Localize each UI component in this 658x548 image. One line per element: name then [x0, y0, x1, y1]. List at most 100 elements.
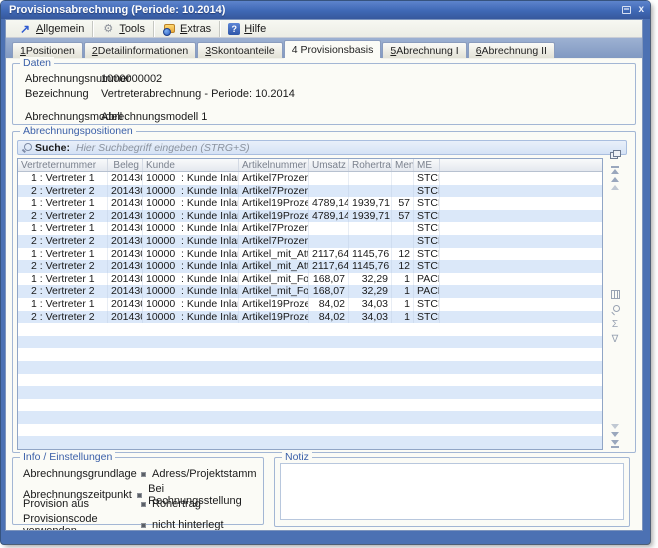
window-body: ↗Allgemein⚙Tools Extras ?Hilfe 1 Positione… — [5, 19, 643, 531]
cell-vertreternummer: 2 : Vertreter 2 — [18, 311, 108, 324]
column-header-kunde[interactable]: Kunde — [143, 159, 239, 171]
table-row[interactable]: 1 : Vertreter 12014300910000 : Kunde Inl… — [18, 273, 602, 286]
cell-menge: 12 — [392, 248, 414, 261]
cell-rohertrag — [349, 172, 392, 185]
menu-item-label: Extras — [180, 23, 211, 35]
table-row[interactable]: 2 : Vertreter 22014300710000 : Kunde Inl… — [18, 185, 602, 198]
cell-rohertrag: 1145,76 — [349, 248, 392, 261]
cell-artikelnummer: Artikel7Prozent — [239, 222, 309, 235]
positions-table[interactable]: VertreternummerBelegKundeArtikelnummerUm… — [17, 158, 603, 450]
cell-umsatz: 2117,64 — [309, 260, 349, 273]
table-body[interactable]: 1 : Vertreter 12014300710000 : Kunde Inl… — [18, 172, 602, 449]
menu-item-tools[interactable]: ⚙Tools — [93, 21, 154, 37]
menu-item-allgemein[interactable]: ↗Allgemein — [10, 21, 93, 37]
cell-umsatz: 84,02 — [309, 298, 349, 311]
cell-beleg: 20143009 — [108, 311, 143, 324]
table-row[interactable]: 1 : Vertreter 12014300910000 : Kunde Inl… — [18, 197, 602, 210]
arrow-up-right-icon: ↗ — [18, 23, 32, 35]
window-title: Provisionsabrechnung (Periode: 10.2014) — [9, 4, 622, 16]
bullet-icon — [141, 472, 146, 477]
table-header-row[interactable]: VertreternummerBelegKundeArtikelnummerUm… — [18, 159, 602, 172]
tab-abrechnung-ii[interactable]: 6 Abrechnung II — [468, 42, 555, 58]
cell-filler — [440, 311, 602, 324]
table-side-toolbar: Σ ∇ — [605, 158, 625, 450]
restore-window-icon[interactable] — [622, 6, 631, 14]
table-row-empty — [18, 399, 602, 412]
table-row-empty — [18, 374, 602, 387]
info-group-label: Info / Einstellungen — [20, 451, 115, 463]
scroll-to-bottom-arrow-icon[interactable] — [611, 440, 619, 445]
tab-abrechnung-i[interactable]: 5 Abrechnung I — [382, 42, 466, 58]
gear-icon: ⚙ — [101, 23, 115, 35]
info-label: Abrechnungsgrundlage — [23, 468, 141, 480]
magnifier-icon[interactable] — [605, 303, 625, 316]
cell-beleg: 20143007 — [108, 172, 143, 185]
cell-beleg: 20143009 — [108, 248, 143, 261]
page-down-icon[interactable] — [611, 432, 619, 437]
search-bar[interactable]: Suche: — [17, 140, 627, 155]
table-row[interactable]: 1 : Vertreter 12014300910000 : Kunde Inl… — [18, 248, 602, 261]
menu-item-hilfe[interactable]: ?Hilfe — [220, 21, 274, 37]
column-header-artikelnummer[interactable]: Artikelnummer — [239, 159, 309, 171]
columns-icon[interactable] — [605, 288, 625, 301]
cell-rohertrag — [349, 222, 392, 235]
tab-skontoanteile[interactable]: 3 Skontoanteile — [197, 42, 282, 58]
cell-rohertrag: 34,03 — [349, 311, 392, 324]
table-row[interactable]: 2 : Vertreter 22014300910000 : Kunde Inl… — [18, 235, 602, 248]
notiz-group-label: Notiz — [282, 451, 312, 463]
cell-artikelnummer: Artikel_mit_Attributen — [239, 248, 309, 261]
cell-kunde: 10000 : Kunde Inland / Inlandsort — [143, 311, 239, 324]
cell-me: STCK — [414, 311, 440, 324]
column-header-beleg[interactable]: Beleg — [108, 159, 143, 171]
table-row-empty — [18, 336, 602, 349]
column-chooser-icon[interactable] — [610, 150, 622, 160]
cell-kunde: 10000 : Kunde Inland / Inlandsort — [143, 222, 239, 235]
menu-item-extras[interactable]: Extras — [154, 21, 220, 37]
scroll-to-bottom-icon[interactable] — [611, 446, 619, 448]
column-header-me[interactable]: ME — [414, 159, 440, 171]
cell-umsatz — [309, 185, 349, 198]
column-header-rohertrag[interactable]: Rohertrag € — [349, 159, 392, 171]
cell-menge: 1 — [392, 285, 414, 298]
cell-me: STCK — [414, 222, 440, 235]
column-header-menge[interactable]: Menge — [392, 159, 414, 171]
cell-me: STCK — [414, 197, 440, 210]
cell-kunde: 10000 : Kunde Inland / Inlandsort — [143, 248, 239, 261]
table-row[interactable]: 1 : Vertreter 12014300710000 : Kunde Inl… — [18, 172, 602, 185]
table-row[interactable]: 2 : Vertreter 22014300910000 : Kunde Inl… — [18, 260, 602, 273]
cell-kunde: 10000 : Kunde Inland / Inlandsort — [143, 298, 239, 311]
table-row-empty — [18, 386, 602, 399]
cell-me: STCK — [414, 172, 440, 185]
line-up-icon[interactable] — [611, 185, 619, 190]
cell-beleg: 20143009 — [108, 273, 143, 286]
cell-artikelnummer: Artikel7Prozent — [239, 172, 309, 185]
line-down-icon[interactable] — [611, 424, 619, 429]
filter-icon[interactable]: ∇ — [605, 333, 625, 346]
close-window-icon[interactable]: x — [638, 5, 644, 15]
cell-me: STCK — [414, 260, 440, 273]
search-icon — [22, 143, 31, 152]
table-row[interactable]: 2 : Vertreter 22014300910000 : Kunde Inl… — [18, 210, 602, 223]
scroll-to-top-icon[interactable] — [611, 166, 619, 168]
scroll-to-top-arrow-icon[interactable] — [611, 169, 619, 174]
cell-me: STCK — [414, 298, 440, 311]
cell-umsatz: 4789,14 — [309, 197, 349, 210]
cell-artikelnummer: Artikel19Prozent — [239, 311, 309, 324]
column-header-vertreternummer[interactable]: Vertreternummer — [18, 159, 108, 171]
table-row[interactable]: 2 : Vertreter 22014300910000 : Kunde Inl… — [18, 285, 602, 298]
table-row[interactable]: 1 : Vertreter 12014300910000 : Kunde Inl… — [18, 222, 602, 235]
cell-me: STCK — [414, 185, 440, 198]
search-input[interactable] — [74, 141, 622, 155]
table-row[interactable]: 1 : Vertreter 12014300910000 : Kunde Inl… — [18, 298, 602, 311]
cell-umsatz — [309, 172, 349, 185]
sum-icon[interactable]: Σ — [605, 318, 625, 331]
cell-menge — [392, 222, 414, 235]
app-window: Provisionsabrechnung (Periode: 10.2014) … — [1, 1, 650, 544]
column-header-umsatz[interactable]: Umsatz € — [309, 159, 349, 171]
tab-positionen[interactable]: 1 Positionen — [12, 42, 83, 58]
page-up-icon[interactable] — [611, 177, 619, 182]
table-row[interactable]: 2 : Vertreter 22014300910000 : Kunde Inl… — [18, 311, 602, 324]
tab-detailinformationen[interactable]: 2 Detailinformationen — [84, 42, 196, 58]
tab-provisionsbasis[interactable]: 4 Provisionsbasis — [284, 40, 382, 58]
notiz-input[interactable] — [281, 464, 623, 519]
